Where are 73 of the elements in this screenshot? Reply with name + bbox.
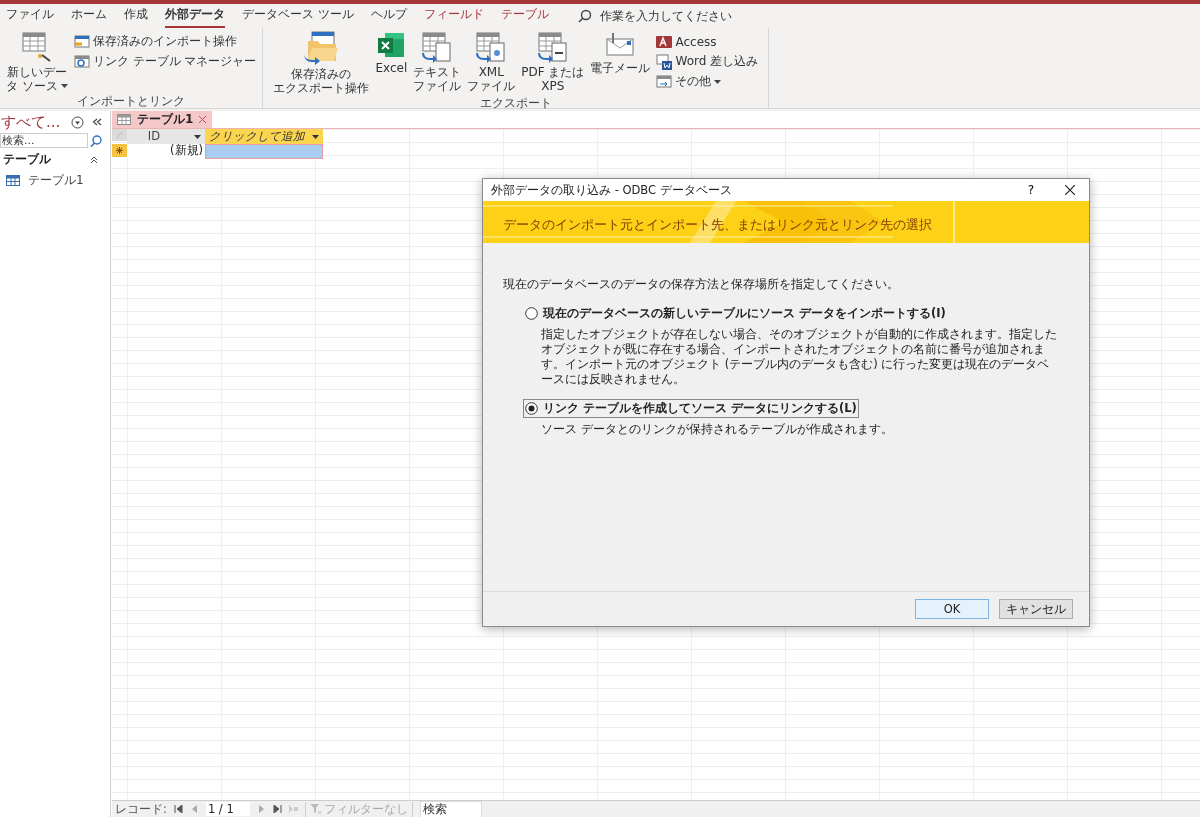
- table-icon: [73, 54, 90, 69]
- radio-option[interactable]: リンク テーブルを作成してソース データにリンクする(L): [523, 399, 859, 418]
- table-icon: [656, 74, 673, 89]
- cancel-button[interactable]: キャンセル: [999, 599, 1073, 619]
- navigation-icon[interactable]: [272, 805, 282, 813]
- document-icon: [656, 53, 673, 70]
- spreadsheet-icon: [377, 31, 406, 59]
- instruction-text: 現在のデータベースのデータの保存方法と保存場所を指定してください。: [503, 277, 900, 292]
- search-icon: [90, 134, 102, 147]
- ribbon-button[interactable]: 保存済みのインポート操作: [71, 32, 259, 51]
- record-label: レコード:: [115, 801, 167, 817]
- radio-button[interactable]: [525, 402, 538, 415]
- ribbon-button[interactable]: テキスト ファイル: [411, 30, 464, 96]
- ribbon-tab[interactable]: テーブル: [500, 4, 549, 28]
- ribbon-tab[interactable]: ホーム: [71, 4, 107, 28]
- document-tab[interactable]: テーブル1: [112, 111, 213, 128]
- caret-icon: [312, 134, 319, 139]
- group-label: インポートとリンク: [76, 94, 187, 110]
- help-button[interactable]: ?: [1011, 182, 1051, 198]
- pane-title[interactable]: すべて...: [1, 112, 63, 132]
- radio-option[interactable]: 現在のデータベースの新しいテーブルにソース データをインポートする(I): [523, 304, 948, 323]
- ribbon-tab[interactable]: ファイル: [6, 4, 54, 28]
- ribbon-button[interactable]: 保存済みの エクスポート操作: [271, 30, 372, 96]
- group-header[interactable]: テーブル: [0, 148, 110, 169]
- ribbon-button[interactable]: 電子メール: [588, 30, 653, 96]
- ribbon-button[interactable]: 新しいデー タ ソース: [4, 30, 70, 94]
- navigation-icon[interactable]: [173, 805, 183, 813]
- banner-title: データのインポート元とインポート先、またはリンク元とリンク先の選択: [503, 216, 932, 234]
- filter-icon: [309, 803, 322, 815]
- ribbon-tab[interactable]: ヘルプ: [370, 4, 407, 28]
- new-record-icon: [112, 144, 127, 157]
- search-field[interactable]: 検索...: [0, 133, 88, 148]
- option-description: 指定したオブジェクトが存在しない場合、そのオブジェクトが自動的に作成されます。指定したオブジェクトが既に存在する場合、インポートされたオブジェクトの名前に番号が追加されます。インポート元のオブジェクト (テーブル内のデータも含む) に行った変更は現在のデータベースには反映されません。: [541, 327, 1058, 387]
- group-label: エクスポート: [478, 96, 553, 112]
- close-icon: [1065, 185, 1075, 195]
- ribbon-button[interactable]: XML ファイル: [465, 30, 518, 96]
- database-app-icon: [656, 34, 673, 49]
- ribbon-button[interactable]: Access: [654, 32, 761, 51]
- ribbon-button[interactable]: リンク テーブル マネージャー: [71, 52, 259, 71]
- ribbon-button[interactable]: PDF または XPS: [519, 30, 587, 96]
- caret-icon: [194, 134, 201, 139]
- column-header[interactable]: クリックして追加: [205, 129, 323, 144]
- table-cell[interactable]: [205, 144, 323, 159]
- ribbon-tab[interactable]: フィールド: [423, 4, 484, 28]
- ribbon-button[interactable]: Excel: [373, 30, 410, 96]
- record-field[interactable]: 1 / 1: [205, 802, 250, 816]
- table-icon: [73, 34, 90, 49]
- ribbon-tab[interactable]: データベース ツール: [242, 4, 354, 28]
- close-icon[interactable]: [199, 116, 207, 123]
- collapse-icon[interactable]: [92, 117, 102, 127]
- table-cell[interactable]: (新規): [127, 144, 205, 159]
- envelope-icon: [605, 31, 636, 59]
- table-icon: [21, 31, 52, 63]
- document-icon: [422, 31, 453, 63]
- search-field[interactable]: 作業を入力してください: [597, 8, 752, 24]
- option-description: ソース データとのリンクが保持されるテーブルが作成されます。: [541, 422, 894, 437]
- table-icon: [6, 175, 20, 186]
- search-icon: [577, 9, 592, 23]
- search-field[interactable]: 検索: [419, 800, 482, 817]
- table-icon: [117, 114, 131, 125]
- dropdown-icon[interactable]: [71, 115, 84, 129]
- folder-icon: [304, 31, 339, 65]
- dialog-title: 外部データの取り込み - ODBC データベース: [491, 182, 733, 198]
- document-icon: [537, 31, 568, 63]
- select-all-icon: [112, 129, 127, 141]
- ribbon-tab[interactable]: 作成: [124, 4, 148, 28]
- radio-button[interactable]: [525, 307, 538, 320]
- column-header[interactable]: ID: [127, 129, 205, 144]
- document-icon: [476, 31, 507, 63]
- ok-button[interactable]: OK: [915, 599, 989, 619]
- nav-item[interactable]: テーブル1: [0, 169, 110, 192]
- ribbon-button[interactable]: その他: [654, 72, 761, 91]
- ribbon-button[interactable]: Word 差し込み: [654, 52, 761, 71]
